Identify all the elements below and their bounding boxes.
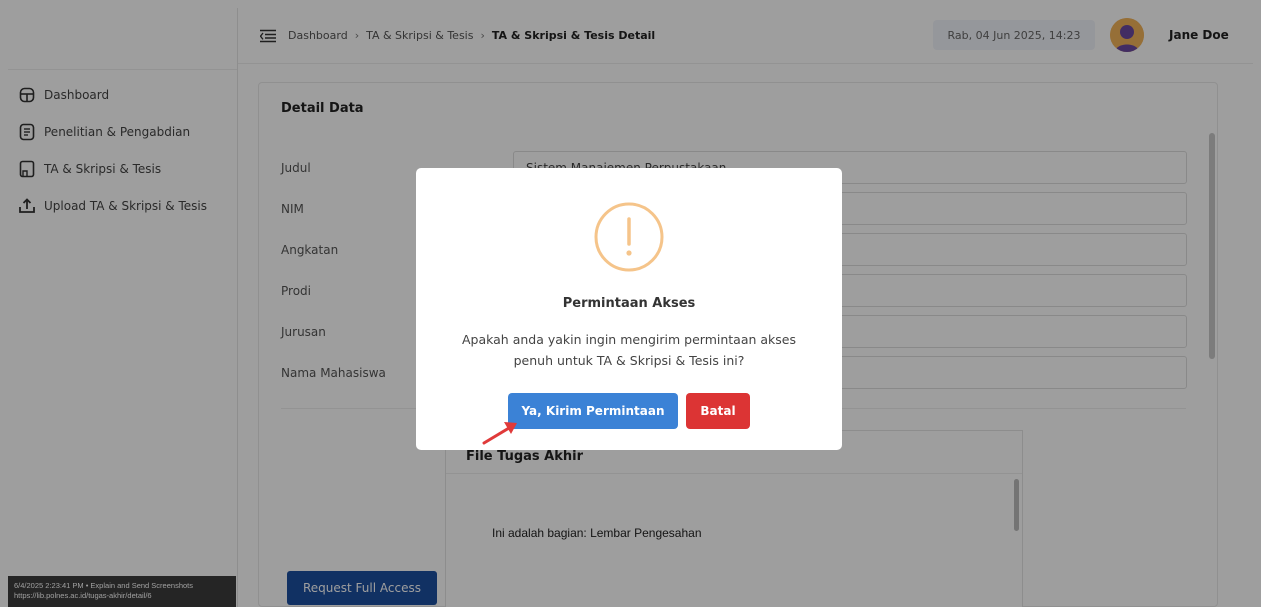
annotation-arrow-icon (482, 422, 517, 445)
access-request-dialog: Permintaan Akses Apakah anda yakin ingin… (416, 168, 842, 450)
modal-message-line: penuh untuk TA & Skripsi & Tesis ini? (513, 353, 745, 368)
modal-title: Permintaan Akses (562, 296, 696, 311)
warning-icon (594, 202, 664, 272)
modal-message: Apakah anda yakin ingin mengirim permint… (442, 329, 816, 371)
confirm-request-button[interactable]: Ya, Kirim Permintaan (508, 393, 678, 429)
modal-message-line: Apakah anda yakin ingin mengirim permint… (461, 332, 797, 347)
cancel-button[interactable]: Batal (686, 393, 750, 429)
